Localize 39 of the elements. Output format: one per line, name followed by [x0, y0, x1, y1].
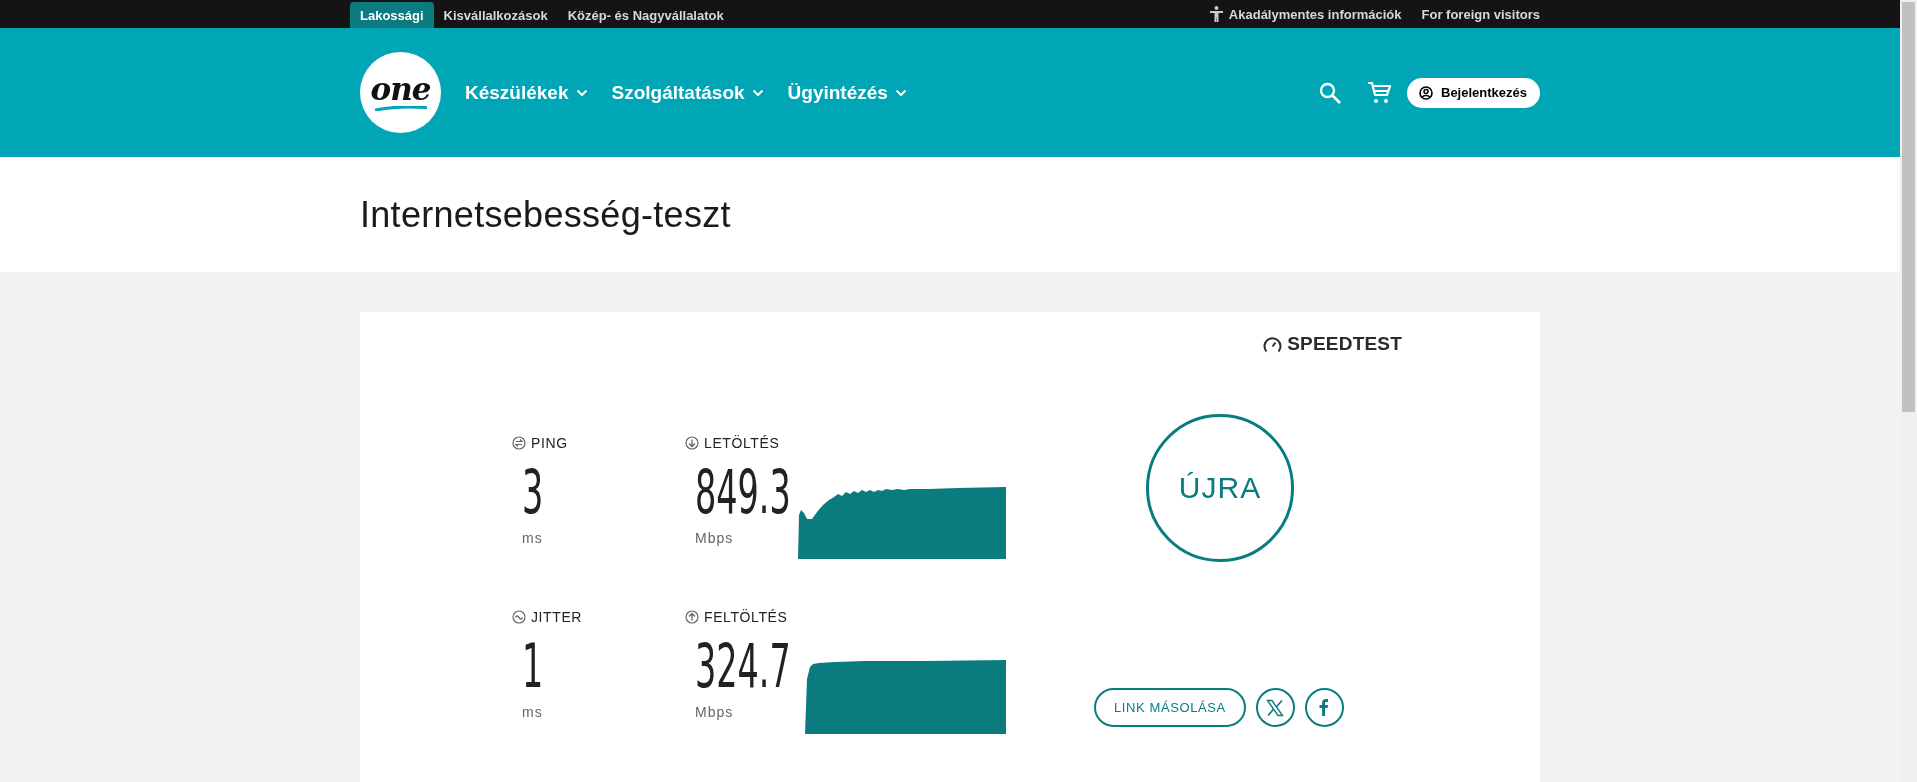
metric-label: JITTER — [531, 609, 583, 625]
metric-value: 324.7 — [695, 634, 791, 698]
cart-icon[interactable] — [1367, 81, 1391, 104]
facebook-icon — [1319, 699, 1330, 716]
metric-label: LETÖLTÉS — [704, 435, 780, 451]
metric-value: 1 — [522, 634, 544, 698]
x-logo-icon — [1266, 698, 1285, 717]
up-arrow-icon — [685, 610, 699, 624]
metric-value: 3 — [522, 460, 544, 524]
chevron-down-icon — [894, 88, 907, 97]
login-button[interactable]: Bejelentkezés — [1407, 77, 1540, 108]
search-icon[interactable] — [1319, 81, 1341, 104]
segment-tab[interactable]: Közép- és Nagyvállalatok — [557, 2, 734, 28]
metric-value: 849.3 — [695, 460, 791, 524]
speedtest-logo: SPEEDTEST — [1263, 333, 1402, 355]
wave-icon — [512, 610, 526, 624]
copy-link-button[interactable]: LINK MÁSOLÁSA — [1094, 688, 1246, 727]
x-share-button[interactable] — [1255, 688, 1295, 727]
segment-tab[interactable]: Kisvállalkozások — [433, 2, 558, 28]
chevron-down-icon — [751, 88, 764, 97]
segment-tab[interactable]: Lakossági — [350, 2, 434, 28]
user-icon — [1419, 85, 1433, 100]
metric-unit: Mbps — [695, 530, 734, 546]
accessibility-icon — [1209, 6, 1223, 22]
top-link[interactable]: Akadálymentes információk — [1199, 0, 1412, 28]
metric-unit: ms — [522, 530, 543, 546]
logo[interactable]: one — [360, 52, 441, 133]
metric-unit: Mbps — [695, 704, 734, 720]
restart-button[interactable]: ÚJRA — [1146, 414, 1294, 562]
arrows-icon — [512, 436, 526, 450]
chevron-down-icon — [575, 88, 588, 97]
facebook-share-button[interactable] — [1304, 688, 1344, 727]
top-link[interactable]: For foreign visitors — [1411, 0, 1550, 28]
metric-label: FELTÖLTÉS — [704, 609, 788, 625]
page-title: Internetsebesség-teszt — [360, 193, 731, 236]
metric-unit: ms — [522, 704, 543, 720]
metric-label: PING — [531, 435, 568, 451]
scrollbar[interactable] — [1900, 0, 1917, 782]
down-arrow-icon — [685, 436, 699, 450]
